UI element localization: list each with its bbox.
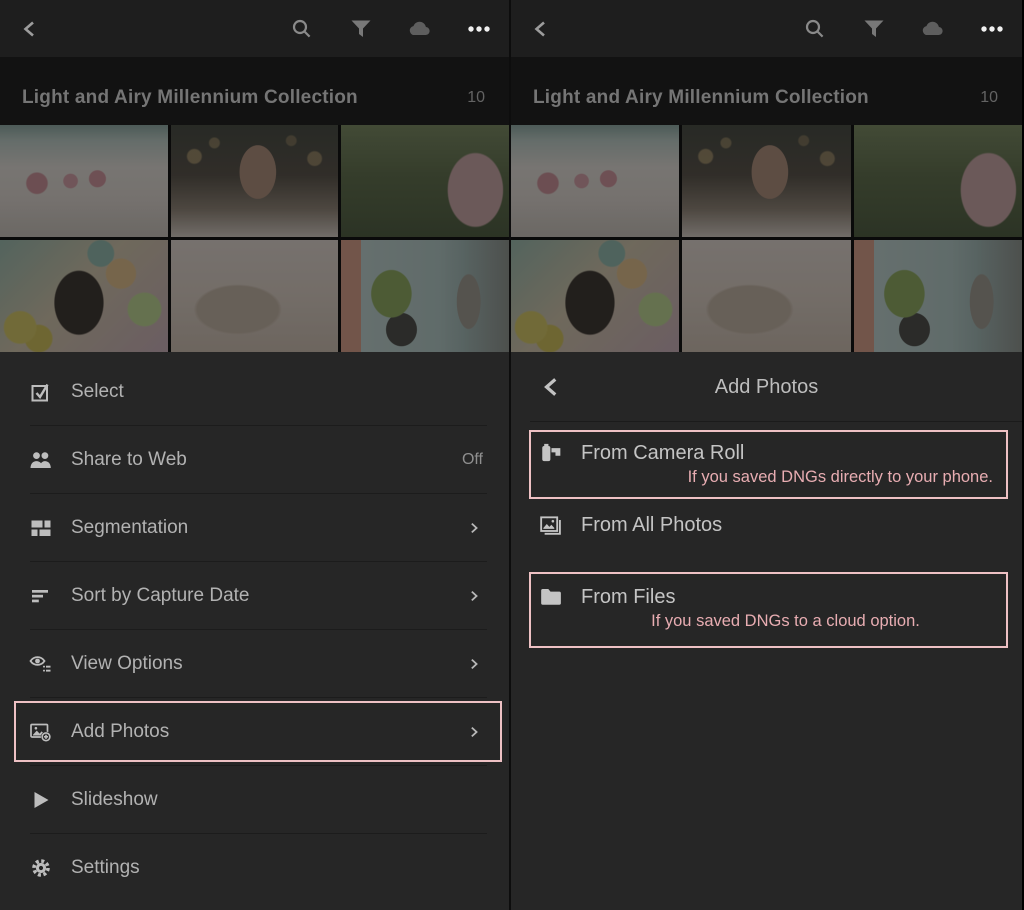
- cloud-sync-icon[interactable]: [920, 16, 946, 42]
- cloud-sync-icon[interactable]: [407, 16, 433, 42]
- option-from-all-photos[interactable]: From All Photos: [511, 499, 1022, 552]
- submenu-title: Add Photos: [715, 376, 818, 399]
- menu-item-select[interactable]: Select: [0, 358, 509, 426]
- photo-grid: [511, 125, 1022, 352]
- segmentation-icon: [28, 515, 54, 541]
- top-navbar: [0, 0, 509, 57]
- navbar-actions: [802, 16, 1005, 42]
- menu-item-label: View Options: [71, 653, 183, 675]
- menu-item-settings[interactable]: Settings: [0, 834, 509, 902]
- add-photos-submenu: Add Photos From Camera Roll If you saved…: [511, 352, 1022, 910]
- photo-thumbnail-3[interactable]: [341, 125, 509, 237]
- filter-icon[interactable]: [348, 16, 374, 42]
- checkbox-icon: [28, 379, 54, 405]
- filter-icon[interactable]: [861, 16, 887, 42]
- option-from-files[interactable]: From Files If you saved DNGs to a cloud …: [529, 572, 1008, 648]
- collection-photo-count: 10: [467, 89, 485, 107]
- menu-item-add-photos[interactable]: Add Photos: [0, 698, 509, 766]
- menu-item-segmentation[interactable]: Segmentation: [0, 494, 509, 562]
- photo-thumbnail-2[interactable]: [682, 125, 850, 237]
- photo-thumbnail-6[interactable]: [341, 240, 509, 352]
- option-label: From Files: [581, 586, 675, 609]
- submenu-back-icon[interactable]: [539, 374, 565, 400]
- menu-item-slideshow[interactable]: Slideshow: [0, 766, 509, 834]
- photo-thumbnail-6[interactable]: [854, 240, 1022, 352]
- collection-title: Light and Airy Millennium Collection: [533, 87, 869, 109]
- photo-thumbnail-5[interactable]: [171, 240, 339, 352]
- photo-thumbnail-1[interactable]: [0, 125, 168, 237]
- search-icon[interactable]: [289, 16, 315, 42]
- option-row: From Files: [531, 584, 1006, 610]
- photo-thumbnail-2[interactable]: [171, 125, 339, 237]
- play-icon: [28, 787, 54, 813]
- top-navbar: [511, 0, 1022, 57]
- menu-item-view-options[interactable]: View Options: [0, 630, 509, 698]
- overflow-menu: Select Share to Web Off Segmentation: [0, 352, 509, 910]
- back-icon[interactable]: [18, 17, 42, 41]
- photo-thumbnail-3[interactable]: [854, 125, 1022, 237]
- menu-item-label: Share to Web: [71, 449, 187, 471]
- chevron-right-icon: [465, 587, 483, 605]
- chevron-right-icon: [465, 655, 483, 673]
- option-from-camera-roll[interactable]: From Camera Roll If you saved DNGs direc…: [529, 430, 1008, 499]
- photo-thumbnail-4[interactable]: [511, 240, 679, 352]
- collection-photo-count: 10: [980, 89, 998, 107]
- option-caption: If you saved DNGs to a cloud option.: [531, 612, 1006, 631]
- screen-overflow-menu: Light and Airy Millennium Collection 10 …: [0, 0, 511, 910]
- share-to-web-status: Off: [462, 451, 483, 469]
- sort-icon: [28, 583, 54, 609]
- more-options-icon[interactable]: [466, 16, 492, 42]
- menu-item-share-to-web[interactable]: Share to Web Off: [0, 426, 509, 494]
- menu-item-label: Slideshow: [71, 789, 158, 811]
- submenu-header: Add Photos: [511, 352, 1022, 422]
- collection-title: Light and Airy Millennium Collection: [22, 87, 358, 109]
- collection-titlebar: Light and Airy Millennium Collection 10: [0, 57, 509, 125]
- chevron-right-icon: [465, 723, 483, 741]
- back-icon[interactable]: [529, 17, 553, 41]
- add-photos-icon: [28, 719, 54, 745]
- menu-item-label: Select: [71, 381, 124, 403]
- photo-thumbnail-1[interactable]: [511, 125, 679, 237]
- side-by-side-screens: Light and Airy Millennium Collection 10 …: [0, 0, 1024, 910]
- view-options-icon: [28, 651, 54, 677]
- photo-thumbnail-4[interactable]: [0, 240, 168, 352]
- option-row: From Camera Roll: [531, 440, 1006, 466]
- navbar-actions: [289, 16, 492, 42]
- menu-item-label: Sort by Capture Date: [71, 585, 249, 607]
- gear-icon: [28, 855, 54, 881]
- people-icon: [28, 447, 54, 473]
- photo-grid: [0, 125, 509, 352]
- option-label: From All Photos: [581, 514, 722, 537]
- collection-titlebar: Light and Airy Millennium Collection 10: [511, 57, 1022, 125]
- menu-item-sort-by-capture-date[interactable]: Sort by Capture Date: [0, 562, 509, 630]
- photo-thumbnail-5[interactable]: [682, 240, 850, 352]
- folder-icon: [539, 584, 565, 610]
- menu-item-label: Add Photos: [71, 721, 169, 743]
- search-icon[interactable]: [802, 16, 828, 42]
- chevron-right-icon: [465, 519, 483, 537]
- menu-item-label: Settings: [71, 857, 140, 879]
- option-caption: If you saved DNGs directly to your phone…: [531, 468, 1006, 487]
- screen-add-photos-submenu: Light and Airy Millennium Collection 10 …: [511, 0, 1022, 910]
- menu-item-label: Segmentation: [71, 517, 188, 539]
- more-options-icon[interactable]: [979, 16, 1005, 42]
- photo-stack-icon: [539, 513, 565, 539]
- camera-roll-icon: [539, 440, 565, 466]
- option-label: From Camera Roll: [581, 442, 744, 465]
